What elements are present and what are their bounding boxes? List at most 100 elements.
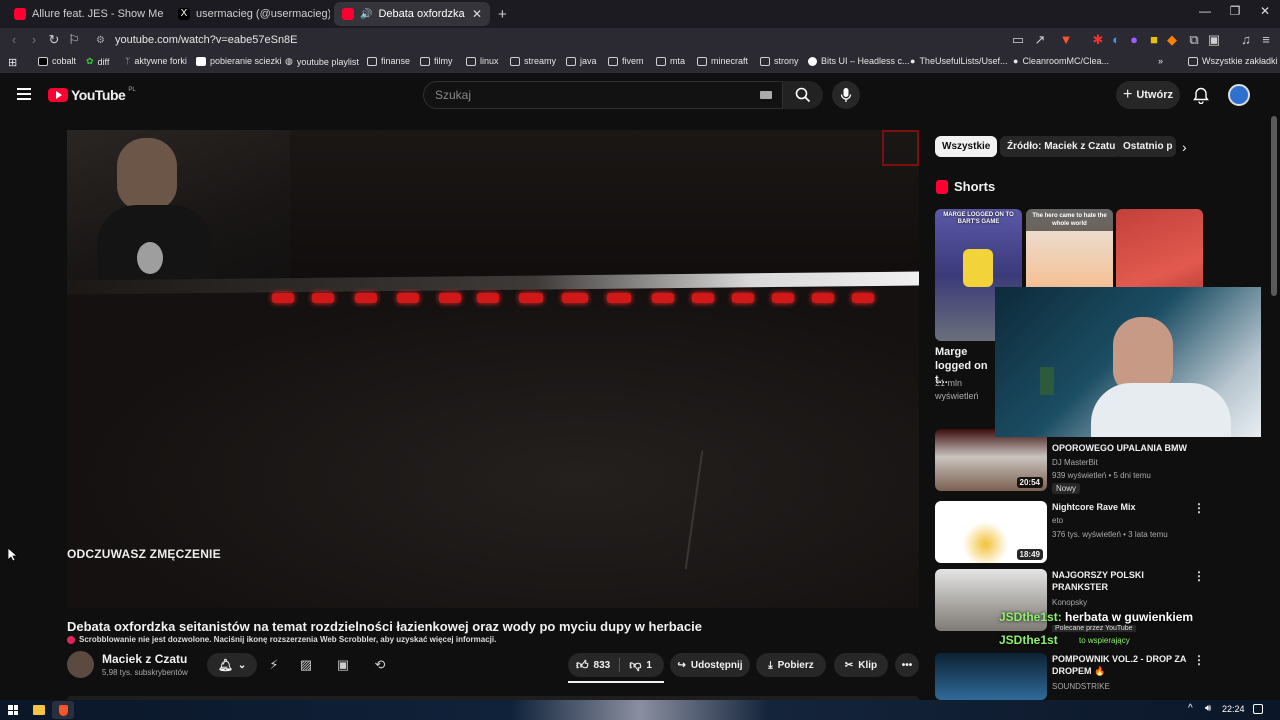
miniplayer-icon[interactable]: ▣ xyxy=(333,655,353,675)
recommended-title[interactable]: POMPOWNIK VOL.2 - DROP ZA DROPEM 🔥 xyxy=(1052,653,1187,677)
close-window-icon[interactable]: ✕ xyxy=(1250,4,1280,18)
bookmark-folder-filmy[interactable]: filmy xyxy=(420,56,453,66)
bookmark-folder-fivem[interactable]: fivem xyxy=(608,56,644,66)
bookmark-pobieranie-sciezki[interactable]: pobieranie sciezki xyxy=(196,56,282,66)
video-player[interactable]: ODCZUWASZ ZMĘCZENIE xyxy=(67,130,919,608)
forward-icon[interactable]: › xyxy=(26,32,42,47)
bookmark-cobalt[interactable]: cobalt xyxy=(38,56,76,66)
clock[interactable]: 22:24 xyxy=(1222,704,1245,714)
new-tab-button[interactable]: + xyxy=(494,2,516,26)
scrollbar-thumb[interactable] xyxy=(1271,116,1277,296)
tab-x-profile[interactable]: X usermacieg (@usermacieg) / X xyxy=(170,2,330,26)
bookmark-folder-java[interactable]: java xyxy=(566,56,597,66)
bookmark-label: Wszystkie zakładki xyxy=(1202,56,1278,66)
share-button[interactable]: ↪ Udostępnij xyxy=(670,653,750,677)
notification-center-icon[interactable] xyxy=(1253,704,1263,714)
bookmark-icon[interactable]: ⚐ xyxy=(66,32,82,48)
chip-source-channel[interactable]: Źródło: Maciek z Czatu xyxy=(1000,136,1123,157)
like-button[interactable]: 👍︎ 833 xyxy=(576,658,610,673)
account-avatar[interactable] xyxy=(1228,84,1250,106)
recommended-channel[interactable]: eto xyxy=(1052,516,1063,525)
bookmark-folder-linux[interactable]: linux xyxy=(466,56,499,66)
address-bar[interactable]: ⚙ youtube.com/watch?v=eabe57eSn8E xyxy=(88,30,968,50)
notifications-bell-icon[interactable] xyxy=(1193,87,1209,109)
search-button[interactable] xyxy=(783,81,823,109)
recommended-channel[interactable]: DJ MasterBit xyxy=(1052,458,1098,467)
bookmark-label: TheUsefulLists/Usef... xyxy=(919,56,1008,66)
brave-shields-icon[interactable]: ▼ xyxy=(1058,32,1074,47)
bookmark-folder-streamy[interactable]: streamy xyxy=(510,56,556,66)
bookmark-bits-ui[interactable]: Bits UI – Headless c... xyxy=(808,56,910,66)
more-vertical-icon[interactable]: ⋮ xyxy=(1193,501,1205,515)
hamburger-menu-icon[interactable] xyxy=(17,88,31,100)
extension-icon[interactable]: ■ xyxy=(1146,32,1162,47)
chevron-right-icon[interactable]: › xyxy=(1182,139,1187,155)
bookmark-folder-finanse[interactable]: finanse xyxy=(367,56,410,66)
reload-icon[interactable]: ↻ xyxy=(46,32,62,48)
share-page-icon[interactable]: ↗ xyxy=(1032,32,1048,48)
chip-all[interactable]: Wszystkie xyxy=(935,136,998,157)
brave-taskbar-button[interactable] xyxy=(52,701,74,719)
bookmark-theusefullists[interactable]: ● TheUsefulLists/Usef... xyxy=(910,56,1007,66)
clip-button[interactable]: ✂ Klip xyxy=(834,653,888,677)
download-button[interactable]: ⤓ Pobierz xyxy=(756,653,826,677)
bookmark-diff[interactable]: ✿ diff xyxy=(86,56,109,67)
minimize-icon[interactable]: — xyxy=(1190,4,1220,18)
tray-chevron-icon[interactable]: ^ xyxy=(1188,703,1193,714)
lightning-icon[interactable]: ⚡︎ xyxy=(264,655,284,675)
close-tab-icon[interactable]: ✕ xyxy=(472,7,482,21)
create-button[interactable]: + Utwórz xyxy=(1116,81,1180,109)
recommended-title[interactable]: OPOROWEGO UPALANIA BMW xyxy=(1052,442,1187,454)
channel-avatar[interactable] xyxy=(67,651,94,678)
video-title: Debata oxfordzka seitanistów na temat ro… xyxy=(67,619,702,634)
bookmark-youtube-playlist[interactable]: ◍ youtube playlist xyxy=(285,56,359,67)
search-input[interactable]: Szukaj xyxy=(423,81,783,109)
extension-icon[interactable]: ◐ xyxy=(1108,32,1124,47)
keyboard-icon[interactable] xyxy=(760,91,772,99)
recommended-channel[interactable]: Konopsky xyxy=(1052,598,1087,607)
extension-icon[interactable]: ◆ xyxy=(1164,32,1180,48)
restore-icon[interactable]: ❐ xyxy=(1220,4,1250,18)
recommended-title[interactable]: NAJGORSZY POLSKI PRANKSTER xyxy=(1052,569,1187,593)
bookmark-folder-minecraft[interactable]: minecraft xyxy=(697,56,748,66)
recommended-thumbnail[interactable] xyxy=(935,653,1047,700)
tab-allure[interactable]: Allure feat. JES - Show Me the Way ( xyxy=(6,2,166,26)
bookmark-folder-mta[interactable]: mta xyxy=(656,56,685,66)
bookmark-cleanroommc[interactable]: ● CleanroomMC/Clea... xyxy=(1013,56,1109,66)
sidebar-icon[interactable]: ▣ xyxy=(1206,32,1222,48)
youtube-logo[interactable]: YouTube PL xyxy=(48,87,136,103)
windows-start-icon[interactable] xyxy=(8,705,18,715)
voice-search-button[interactable] xyxy=(832,81,860,109)
bookmark-aktywne-forki[interactable]: ᛘ aktywne forki xyxy=(125,56,187,66)
file-explorer-icon[interactable] xyxy=(33,705,45,715)
dislike-button[interactable]: 👎︎ 1 xyxy=(629,658,652,673)
extension-icon[interactable]: ✱ xyxy=(1090,32,1106,48)
media-icon[interactable]: ♫ xyxy=(1238,32,1254,47)
more-vertical-icon[interactable]: ⋮ xyxy=(1193,653,1205,667)
chip-recent[interactable]: Ostatnio p xyxy=(1116,136,1176,157)
apps-grid-icon[interactable]: ⊞ xyxy=(8,56,17,69)
image-icon[interactable]: ▨ xyxy=(296,655,316,675)
loop-icon[interactable]: ⟲ xyxy=(370,655,390,675)
more-actions-button[interactable]: ••• xyxy=(895,653,919,677)
menu-icon[interactable]: ≡ xyxy=(1258,32,1274,47)
site-info-icon[interactable]: ⚙ xyxy=(96,35,105,46)
more-vertical-icon[interactable]: ⋮ xyxy=(1193,569,1205,583)
recommended-thumbnail[interactable]: 18:49 xyxy=(935,501,1047,563)
channel-name[interactable]: Maciek z Czatu xyxy=(102,652,187,666)
tab-debata-active[interactable]: 🔊 Debata oxfordzka seitanistów ✕ xyxy=(334,2,490,26)
extensions-puzzle-icon[interactable]: ⧉ xyxy=(1186,32,1202,48)
bookmark-all-bookmarks[interactable]: Wszystkie zakładki xyxy=(1188,56,1278,66)
bookmark-label: linux xyxy=(480,56,499,66)
cast-icon[interactable]: ▭ xyxy=(1010,32,1026,48)
recommended-title[interactable]: Nightcore Rave Mix xyxy=(1052,501,1187,513)
notification-settings-button[interactable]: 🔔︎ ⌄ xyxy=(207,653,257,677)
page-scrollbar[interactable] xyxy=(1271,116,1277,696)
recommended-thumbnail[interactable]: 20:54 xyxy=(935,429,1047,491)
back-icon[interactable]: ‹ xyxy=(6,32,22,47)
extension-icon[interactable]: ● xyxy=(1126,32,1142,47)
volume-icon[interactable]: 🔊︎ xyxy=(1205,703,1211,714)
recommended-channel[interactable]: SOUNDSTRIKE xyxy=(1052,682,1110,691)
bookmark-folder-strony[interactable]: strony xyxy=(760,56,799,66)
bookmarks-overflow-icon[interactable]: » xyxy=(1158,56,1163,66)
